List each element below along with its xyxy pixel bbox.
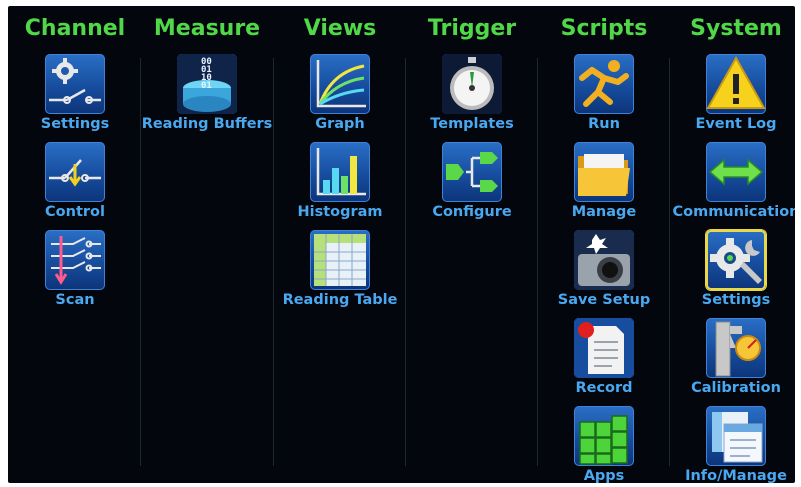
column-views: Views Graph Histogram Reading Table [275, 6, 405, 483]
menu-item-channel-settings[interactable]: Settings [10, 54, 140, 139]
menu-item-manage[interactable]: Manage [539, 142, 669, 227]
communication-icon [706, 142, 766, 202]
menu-item-label: Control [45, 204, 105, 220]
menu-item-label: Configure [432, 204, 512, 220]
column-trigger: Trigger Templates Configure [407, 6, 537, 483]
menu-item-label: Scan [55, 292, 95, 308]
menu-item-label: Reading Table [282, 292, 398, 308]
graph-icon [310, 54, 370, 114]
system-settings-icon [706, 230, 766, 290]
reading-buffers-icon: 00 01 10 01 [177, 54, 237, 114]
menu-item-info-manage[interactable]: Info/Manage [671, 406, 795, 483]
warning-icon [706, 54, 766, 114]
menu-item-calibration[interactable]: Calibration [671, 318, 795, 403]
menu-item-save-setup[interactable]: Save Setup [539, 230, 669, 315]
histogram-icon [310, 142, 370, 202]
menu-item-reading-table[interactable]: Reading Table [275, 230, 405, 315]
menu-item-label: Reading Buffers [141, 116, 273, 132]
menu-item-label: Event Log [695, 116, 777, 132]
channel-settings-icon [45, 54, 105, 114]
record-icon [574, 318, 634, 378]
folder-icon [574, 142, 634, 202]
info-manage-icon [706, 406, 766, 466]
heading-views: Views [303, 16, 377, 41]
main-menu-screen: Channel Settings Control Scan Measure 00… [8, 6, 795, 483]
heading-channel: Channel [24, 16, 126, 41]
column-system: System Event Log Communication Settings … [671, 6, 795, 483]
menu-item-label: Settings [701, 292, 771, 308]
menu-item-histogram[interactable]: Histogram [275, 142, 405, 227]
menu-item-label: Calibration [691, 380, 781, 396]
menu-item-label: Apps [583, 468, 625, 483]
app-window: Channel Settings Control Scan Measure 00… [0, 0, 801, 487]
apps-icon [574, 406, 634, 466]
menu-item-templates[interactable]: Templates [407, 54, 537, 139]
menu-item-reading-buffers[interactable]: 00 01 10 01 Reading Buffers [142, 54, 272, 139]
menu-item-system-settings[interactable]: Settings [671, 230, 795, 315]
heading-trigger: Trigger [427, 16, 517, 41]
svg-text:01: 01 [201, 81, 212, 91]
menu-item-run[interactable]: Run [539, 54, 669, 139]
heading-measure: Measure [153, 16, 261, 41]
menu-item-record[interactable]: Record [539, 318, 669, 403]
menu-item-label: Communication [672, 204, 795, 220]
menu-item-label: Templates [430, 116, 514, 132]
run-icon [574, 54, 634, 114]
menu-item-apps[interactable]: Apps [539, 406, 669, 483]
menu-item-label: Save Setup [557, 292, 651, 308]
menu-item-label: Histogram [297, 204, 383, 220]
menu-item-scan[interactable]: Scan [10, 230, 140, 315]
column-scripts: Scripts Run Manage Save Setup Record App… [539, 6, 669, 483]
menu-item-communication[interactable]: Communication [671, 142, 795, 227]
menu-item-trigger-configure[interactable]: Configure [407, 142, 537, 227]
menu-item-graph[interactable]: Graph [275, 54, 405, 139]
column-channel: Channel Settings Control Scan [10, 6, 140, 483]
channel-control-icon [45, 142, 105, 202]
column-measure: Measure 00 01 10 01 Reading Buffers [142, 6, 273, 483]
heading-system: System [690, 16, 782, 41]
trigger-configure-icon [442, 142, 502, 202]
menu-item-label: Record [575, 380, 633, 396]
heading-scripts: Scripts [560, 16, 648, 41]
calibration-icon [706, 318, 766, 378]
menu-item-channel-control[interactable]: Control [10, 142, 140, 227]
reading-table-icon [310, 230, 370, 290]
menu-item-event-log[interactable]: Event Log [671, 54, 795, 139]
scan-icon [45, 230, 105, 290]
menu-item-label: Info/Manage [685, 468, 787, 483]
menu-item-label: Manage [571, 204, 637, 220]
menu-item-label: Run [588, 116, 620, 132]
menu-item-label: Settings [40, 116, 110, 132]
menu-item-label: Graph [315, 116, 365, 132]
stopwatch-icon [442, 54, 502, 114]
camera-icon [574, 230, 634, 290]
